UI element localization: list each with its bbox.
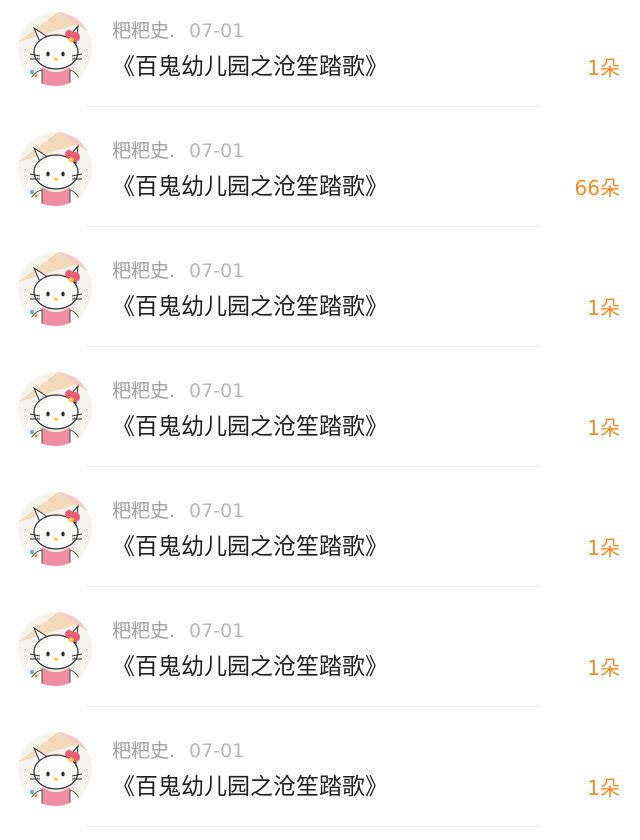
flower-count: 1朵 bbox=[587, 56, 620, 80]
hello-kitty-avatar-icon bbox=[18, 132, 92, 206]
avatar[interactable] bbox=[18, 732, 92, 806]
flower-count: 1朵 bbox=[587, 656, 620, 680]
divider bbox=[86, 106, 540, 107]
divider bbox=[86, 706, 540, 707]
meta-line: 粑粑史. 07-01 bbox=[112, 499, 244, 523]
meta-line: 粑粑史. 07-01 bbox=[112, 739, 244, 763]
divider bbox=[86, 466, 540, 467]
list-item[interactable]: 粑粑史. 07-01 《百鬼幼儿园之沧笙踏歌》 1朵 bbox=[0, 240, 640, 360]
divider bbox=[86, 586, 540, 587]
book-title[interactable]: 《百鬼幼儿园之沧笙踏歌》 bbox=[112, 171, 388, 203]
book-title[interactable]: 《百鬼幼儿园之沧笙踏歌》 bbox=[112, 51, 388, 83]
user-name[interactable]: 粑粑史. bbox=[112, 739, 175, 763]
meta-line: 粑粑史. 07-01 bbox=[112, 139, 244, 163]
flower-count: 66朵 bbox=[574, 176, 620, 200]
user-name[interactable]: 粑粑史. bbox=[112, 619, 175, 643]
avatar[interactable] bbox=[18, 252, 92, 326]
meta-line: 粑粑史. 07-01 bbox=[112, 379, 244, 403]
book-title[interactable]: 《百鬼幼儿园之沧笙踏歌》 bbox=[112, 411, 388, 443]
flower-count: 1朵 bbox=[587, 416, 620, 440]
list-item[interactable]: 粑粑史. 07-01 《百鬼幼儿园之沧笙踏歌》 66朵 bbox=[0, 120, 640, 240]
avatar[interactable] bbox=[18, 612, 92, 686]
book-title[interactable]: 《百鬼幼儿园之沧笙踏歌》 bbox=[112, 771, 388, 803]
hello-kitty-avatar-icon bbox=[18, 12, 92, 86]
flower-count: 1朵 bbox=[587, 536, 620, 560]
date: 07-01 bbox=[189, 140, 245, 162]
date: 07-01 bbox=[189, 260, 245, 282]
book-title[interactable]: 《百鬼幼儿园之沧笙踏歌》 bbox=[112, 651, 388, 683]
avatar[interactable] bbox=[18, 372, 92, 446]
hello-kitty-avatar-icon bbox=[18, 492, 92, 566]
divider bbox=[86, 346, 540, 347]
user-name[interactable]: 粑粑史. bbox=[112, 19, 175, 43]
book-title[interactable]: 《百鬼幼儿园之沧笙踏歌》 bbox=[112, 291, 388, 323]
gift-record-list: 粑粑史. 07-01 《百鬼幼儿园之沧笙踏歌》 1朵 粑粑史. 07-01 《百… bbox=[0, 0, 640, 830]
hello-kitty-avatar-icon bbox=[18, 612, 92, 686]
book-title[interactable]: 《百鬼幼儿园之沧笙踏歌》 bbox=[112, 531, 388, 563]
divider bbox=[86, 826, 540, 827]
date: 07-01 bbox=[189, 620, 245, 642]
meta-line: 粑粑史. 07-01 bbox=[112, 619, 244, 643]
user-name[interactable]: 粑粑史. bbox=[112, 499, 175, 523]
user-name[interactable]: 粑粑史. bbox=[112, 259, 175, 283]
date: 07-01 bbox=[189, 20, 245, 42]
hello-kitty-avatar-icon bbox=[18, 252, 92, 326]
list-item[interactable]: 粑粑史. 07-01 《百鬼幼儿园之沧笙踏歌》 1朵 bbox=[0, 600, 640, 720]
meta-line: 粑粑史. 07-01 bbox=[112, 259, 244, 283]
avatar[interactable] bbox=[18, 492, 92, 566]
date: 07-01 bbox=[189, 500, 245, 522]
user-name[interactable]: 粑粑史. bbox=[112, 379, 175, 403]
list-item[interactable]: 粑粑史. 07-01 《百鬼幼儿园之沧笙踏歌》 1朵 bbox=[0, 480, 640, 600]
meta-line: 粑粑史. 07-01 bbox=[112, 19, 244, 43]
list-item[interactable]: 粑粑史. 07-01 《百鬼幼儿园之沧笙踏歌》 1朵 bbox=[0, 0, 640, 120]
flower-count: 1朵 bbox=[587, 296, 620, 320]
hello-kitty-avatar-icon bbox=[18, 732, 92, 806]
list-item[interactable]: 粑粑史. 07-01 《百鬼幼儿园之沧笙踏歌》 1朵 bbox=[0, 720, 640, 840]
flower-count: 1朵 bbox=[587, 776, 620, 800]
date: 07-01 bbox=[189, 380, 245, 402]
avatar[interactable] bbox=[18, 12, 92, 86]
divider bbox=[86, 226, 540, 227]
date: 07-01 bbox=[189, 740, 245, 762]
user-name[interactable]: 粑粑史. bbox=[112, 139, 175, 163]
avatar[interactable] bbox=[18, 132, 92, 206]
hello-kitty-avatar-icon bbox=[18, 372, 92, 446]
list-item[interactable]: 粑粑史. 07-01 《百鬼幼儿园之沧笙踏歌》 1朵 bbox=[0, 360, 640, 480]
